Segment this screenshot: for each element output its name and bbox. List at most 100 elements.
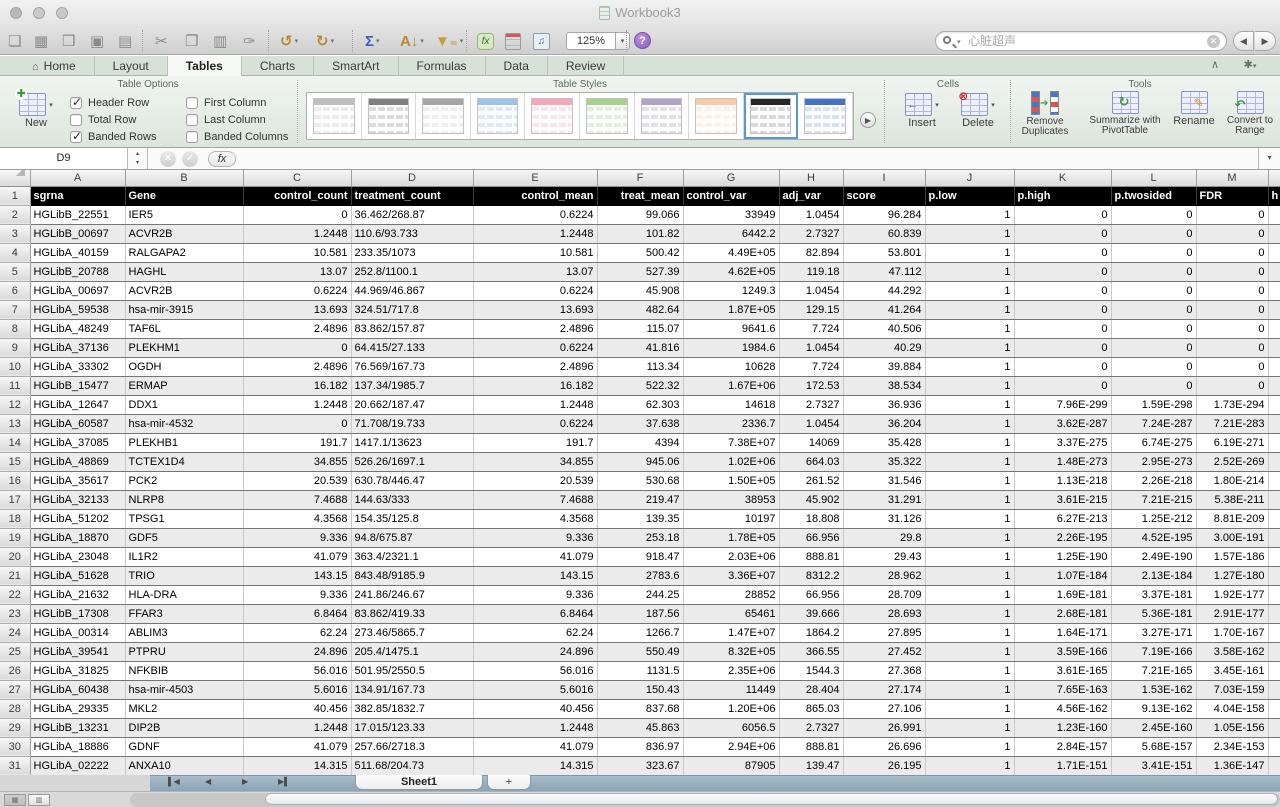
cell[interactable]: 20.662/187.47 (351, 395, 474, 415)
row-header-10[interactable]: 10 (0, 357, 31, 377)
cell[interactable]: 1.48E-273 (1014, 452, 1112, 472)
cell[interactable]: 60.839 (843, 224, 926, 244)
cell[interactable]: 115.07 (597, 319, 684, 339)
cell[interactable]: 1864.2 (779, 623, 844, 643)
cell[interactable]: 28.709 (843, 585, 926, 605)
cell[interactable]: 1.23E-160 (1014, 718, 1112, 738)
cell[interactable]: 28.962 (843, 566, 926, 586)
table-column-treat_mean[interactable]: treat_mean (597, 186, 684, 206)
cell[interactable]: 1.2448 (243, 718, 352, 738)
template-gallery-icon[interactable]: ▦ (34, 31, 48, 51)
table-style-pink[interactable] (525, 93, 580, 139)
row-header-26[interactable]: 26 (0, 661, 31, 681)
cell[interactable]: 3.59E-166 (1014, 642, 1112, 662)
cell[interactable]: 1 (925, 547, 1015, 567)
cell[interactable]: 53.801 (843, 243, 926, 263)
cell[interactable]: 0 (1111, 262, 1197, 282)
cell[interactable]: HGLibA_37136 (30, 338, 126, 358)
cell[interactable]: hsa-mir-4532 (125, 414, 244, 434)
ribbon-tab-data[interactable]: Data (486, 56, 548, 76)
cell[interactable]: 9.336 (473, 528, 598, 548)
cell[interactable]: 143.15 (243, 566, 352, 586)
cell[interactable]: 918.47 (597, 547, 684, 567)
cell[interactable]: 482.64 (597, 300, 684, 320)
cell[interactable]: HGLibA_60587 (30, 414, 126, 434)
open-icon[interactable]: ❒ (62, 31, 75, 51)
cell[interactable]: 1.92E-177 (1196, 585, 1269, 605)
delete-cells-button[interactable]: ⊗ ▾ Delete (952, 89, 1004, 129)
cell[interactable]: 0 (1111, 338, 1197, 358)
cell[interactable]: 501.95/2550.5 (351, 661, 474, 681)
cell[interactable]: 27.452 (843, 642, 926, 662)
cell[interactable]: 1 (925, 623, 1015, 643)
cell[interactable]: 62.303 (597, 395, 684, 415)
cell[interactable]: HGLibA_29335 (30, 699, 126, 719)
cell[interactable]: NFKBIB (125, 661, 244, 681)
table-column-p.twosided[interactable]: p.twosided (1111, 186, 1197, 206)
cell[interactable]: 150.43 (597, 680, 684, 700)
summarize-with-pivottable-button[interactable]: ↻ Summarize with PivotTable (1080, 91, 1170, 136)
cell[interactable]: hsa-mir-4503 (125, 680, 244, 700)
cell[interactable]: 65461 (683, 604, 780, 624)
cell-name-box[interactable]: D9 (0, 148, 128, 169)
cell[interactable]: 2.49E-190 (1111, 547, 1197, 567)
row-header-30[interactable]: 30 (0, 737, 31, 757)
cell[interactable]: 527.39 (597, 262, 684, 282)
cell[interactable]: 0 (243, 414, 352, 434)
normal-view-button[interactable]: ▦ (4, 794, 26, 806)
convert-to-range-button[interactable]: ↶ Convert to Range (1222, 91, 1278, 136)
formula-builder-icon[interactable]: fx (477, 31, 494, 51)
cell[interactable]: 3.62E-287 (1014, 414, 1112, 434)
cell[interactable]: 3.00E-191 (1196, 528, 1269, 548)
cell[interactable]: HGLibA_00314 (30, 623, 126, 643)
table-column-treatment_count[interactable]: treatment_count (351, 186, 474, 206)
ribbon-tab-charts[interactable]: Charts (242, 56, 315, 76)
cell[interactable]: 26.195 (843, 756, 926, 775)
cell[interactable]: 9.336 (243, 528, 352, 548)
cell[interactable]: 0 (1196, 281, 1269, 301)
cell[interactable]: 14069 (779, 433, 844, 453)
cell[interactable]: 76.569/167.73 (351, 357, 474, 377)
ribbon-tab-tables[interactable]: Tables (167, 56, 242, 76)
cell[interactable]: 1.50E+05 (683, 471, 780, 491)
next-sheet-icon[interactable]: ▶ (242, 777, 248, 786)
cell[interactable]: 2.68E-181 (1014, 604, 1112, 624)
cell[interactable]: 31.546 (843, 471, 926, 491)
cell[interactable]: ERMAP (125, 376, 244, 396)
cell[interactable]: 0 (1196, 300, 1269, 320)
cell[interactable]: 1.05E-156 (1196, 718, 1269, 738)
cell[interactable]: 41.079 (473, 737, 598, 757)
cell[interactable]: 5.6016 (243, 680, 352, 700)
cell[interactable]: 6.74E-275 (1111, 433, 1197, 453)
cell[interactable]: OGDH (125, 357, 244, 377)
cell[interactable]: 1.25E-212 (1111, 509, 1197, 529)
cancel-icon[interactable]: ✕ (160, 151, 176, 167)
cell[interactable]: 31.126 (843, 509, 926, 529)
row-header-6[interactable]: 6 (0, 281, 31, 301)
row-header-29[interactable]: 29 (0, 718, 31, 738)
cell[interactable]: 1.25E-190 (1014, 547, 1112, 567)
cell[interactable] (1268, 547, 1280, 567)
cell[interactable]: 1.70E-167 (1196, 623, 1269, 643)
cell[interactable]: 1.57E-186 (1196, 547, 1269, 567)
table-column-control_var[interactable]: control_var (683, 186, 780, 206)
cell[interactable]: 1 (925, 661, 1015, 681)
cell[interactable]: 7.96E-299 (1014, 395, 1112, 415)
cell[interactable]: HGLibB_13231 (30, 718, 126, 738)
cell[interactable]: 1 (925, 642, 1015, 662)
cell[interactable]: 0 (1196, 338, 1269, 358)
row-header-9[interactable]: 9 (0, 338, 31, 358)
cell[interactable]: 2.26E-218 (1111, 471, 1197, 491)
cut-icon[interactable]: ✂ (155, 31, 168, 51)
column-header-F[interactable]: F (597, 170, 684, 187)
cell[interactable]: 66.956 (779, 528, 844, 548)
cell[interactable]: 83.862/157.87 (351, 319, 474, 339)
cell[interactable]: 4.62E+05 (683, 262, 780, 282)
cell[interactable]: 2.94E+06 (683, 737, 780, 757)
cell[interactable]: HGLibA_21632 (30, 585, 126, 605)
cell[interactable]: 1.2448 (473, 224, 598, 244)
cell[interactable]: 0 (1014, 300, 1112, 320)
row-header-18[interactable]: 18 (0, 509, 31, 529)
cell[interactable]: 7.65E-163 (1014, 680, 1112, 700)
rename-table-button[interactable]: ✎ Rename (1168, 91, 1220, 127)
